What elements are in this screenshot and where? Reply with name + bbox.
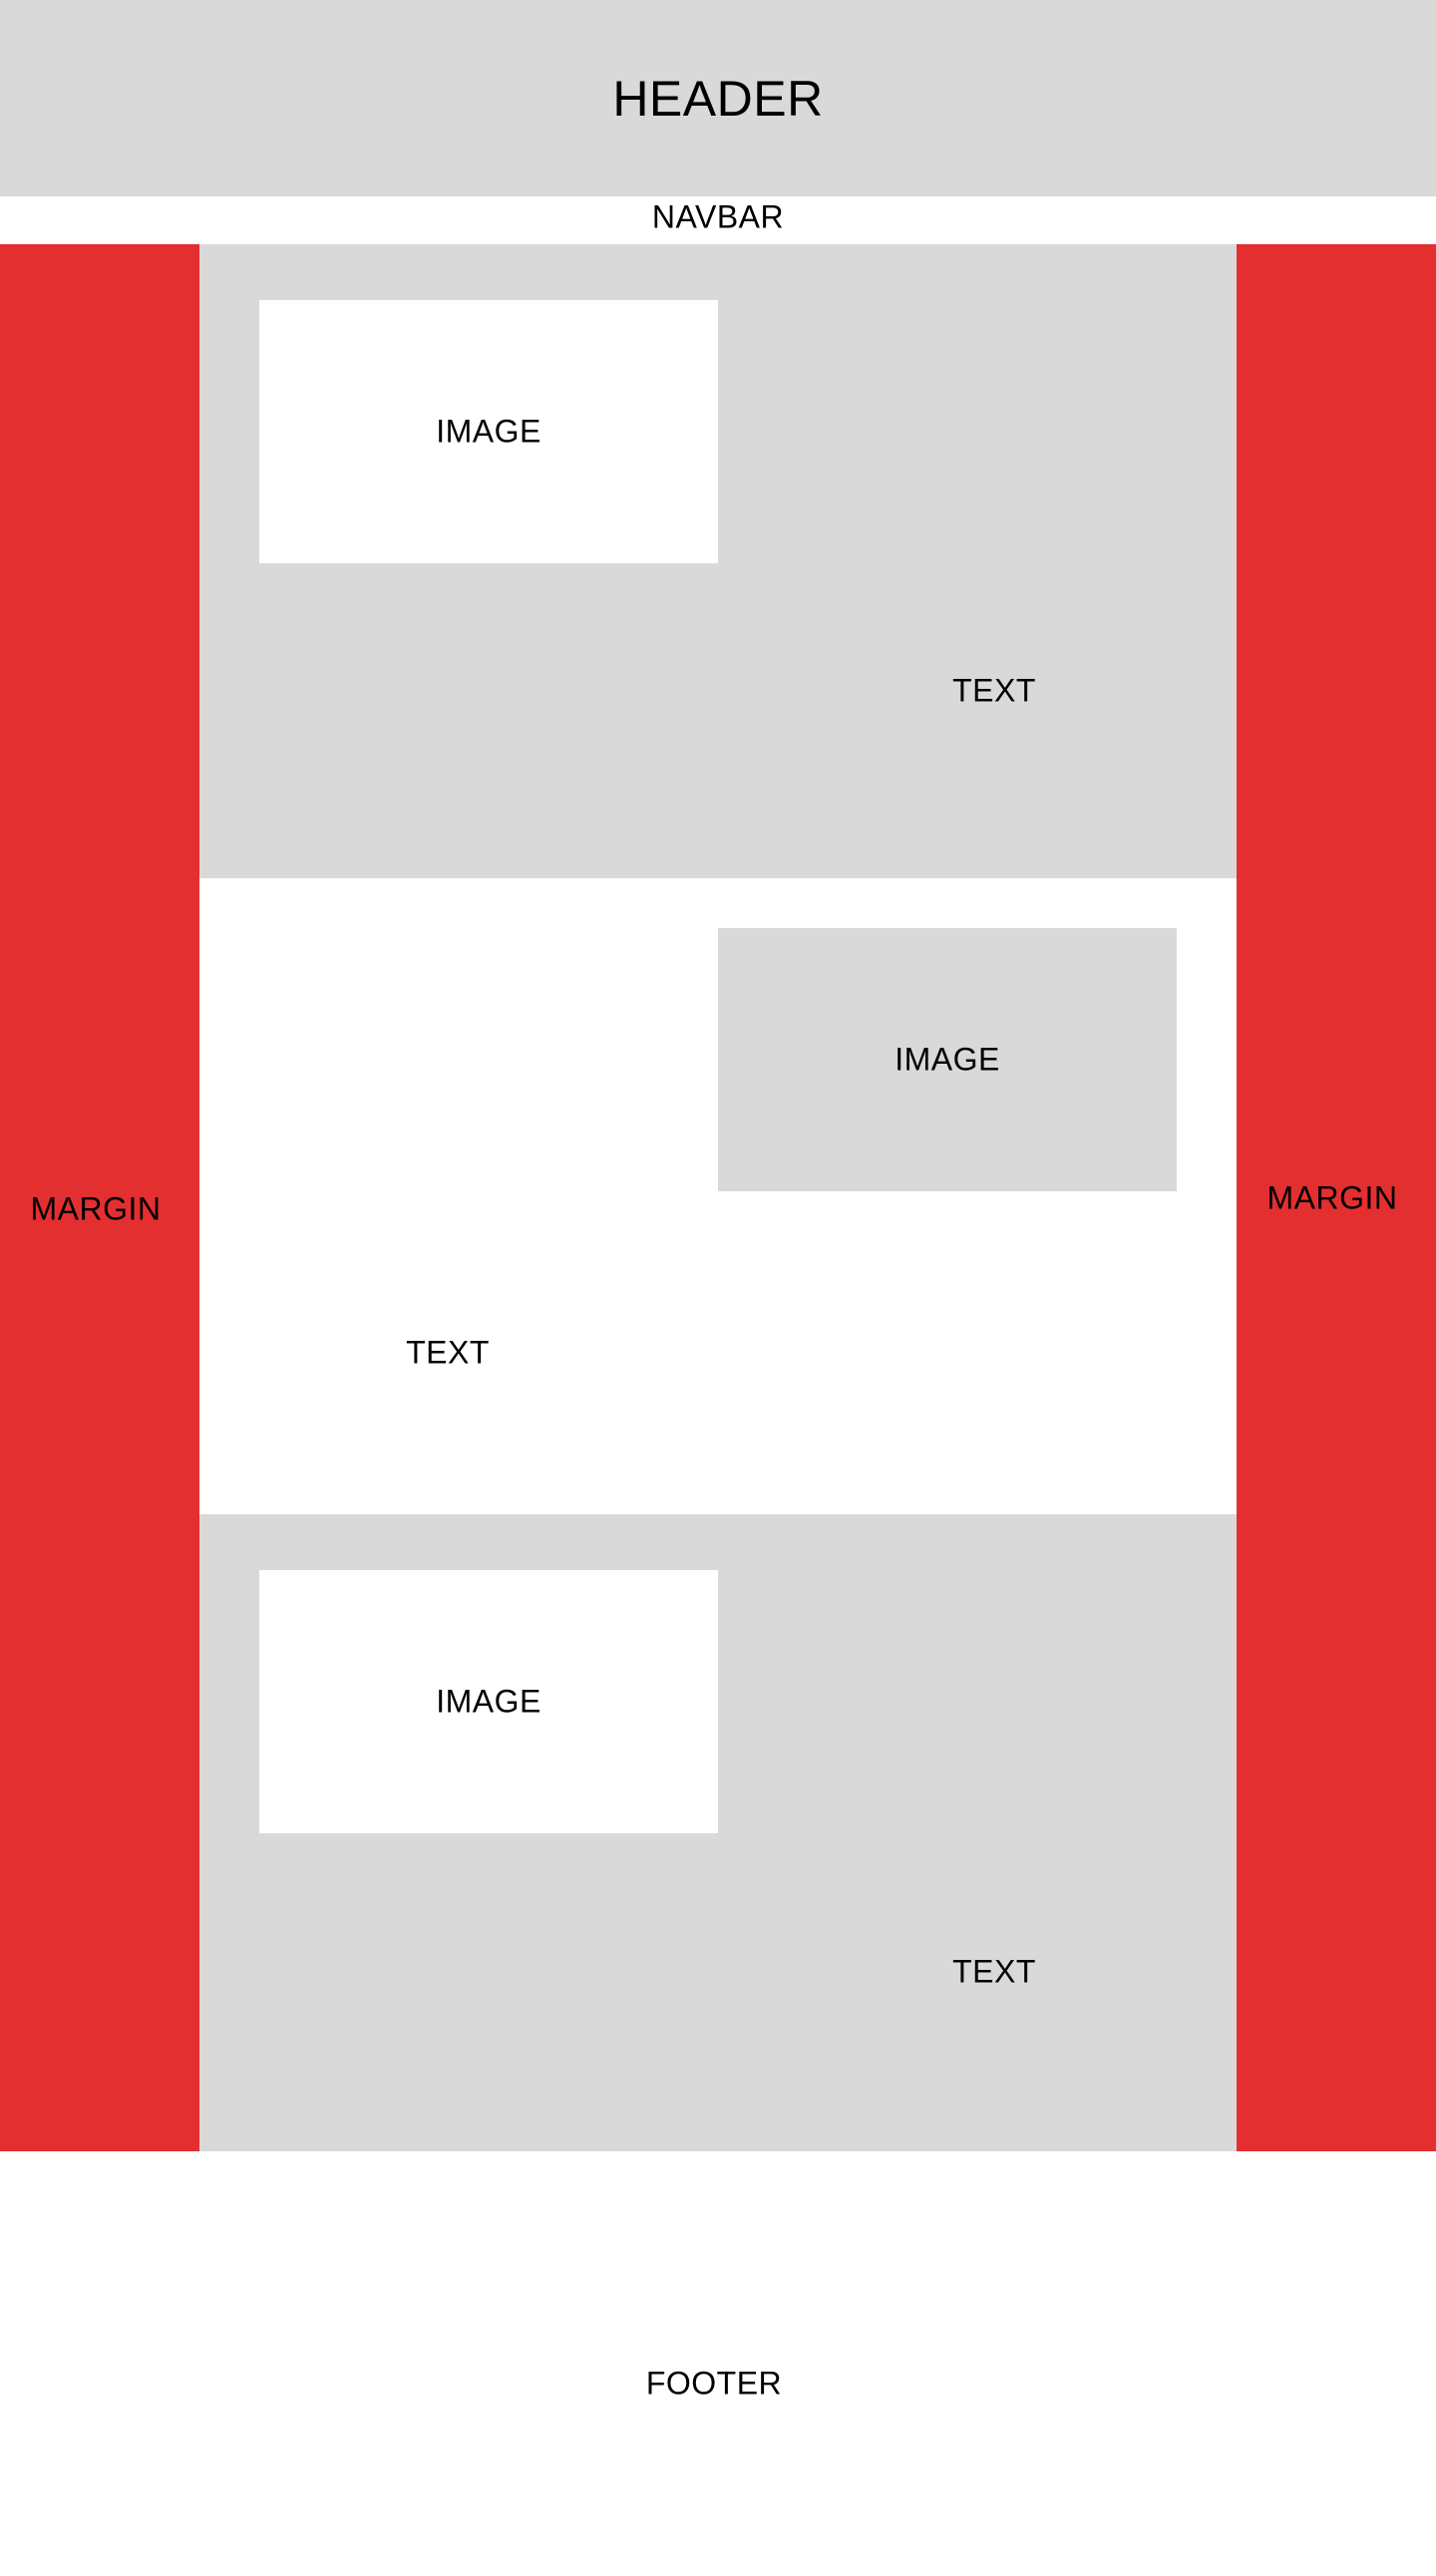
content-section-1: IMAGE TEXT bbox=[199, 244, 1237, 878]
image-placeholder-1: IMAGE bbox=[259, 300, 718, 563]
image-placeholder-3: IMAGE bbox=[259, 1570, 718, 1833]
text-label-2: TEXT bbox=[406, 1334, 490, 1371]
navbar-label: NAVBAR bbox=[651, 198, 785, 235]
footer-block: FOOTER bbox=[0, 2151, 1436, 2576]
right-margin-label: MARGIN bbox=[1266, 1179, 1398, 1216]
header-block: HEADER bbox=[0, 0, 1436, 196]
wireframe-page: HEADER NAVBAR MARGIN IMAGE TEXT IMAGE TE… bbox=[0, 0, 1436, 2576]
text-label-1: TEXT bbox=[952, 672, 1036, 709]
image-label-2: IMAGE bbox=[895, 1041, 1000, 1078]
content-section-2: IMAGE TEXT bbox=[199, 878, 1237, 1514]
image-placeholder-2: IMAGE bbox=[718, 928, 1177, 1191]
right-margin-block: MARGIN bbox=[1237, 244, 1436, 2151]
left-margin-block: MARGIN bbox=[0, 244, 199, 2151]
image-label-1: IMAGE bbox=[436, 413, 541, 450]
left-margin-label: MARGIN bbox=[30, 1190, 162, 1227]
image-label-3: IMAGE bbox=[436, 1683, 541, 1720]
text-label-3: TEXT bbox=[952, 1953, 1036, 1990]
header-label: HEADER bbox=[612, 71, 824, 127]
navbar-block: NAVBAR bbox=[0, 196, 1436, 244]
content-section-3: IMAGE TEXT bbox=[199, 1514, 1237, 2151]
footer-label: FOOTER bbox=[645, 2365, 783, 2402]
